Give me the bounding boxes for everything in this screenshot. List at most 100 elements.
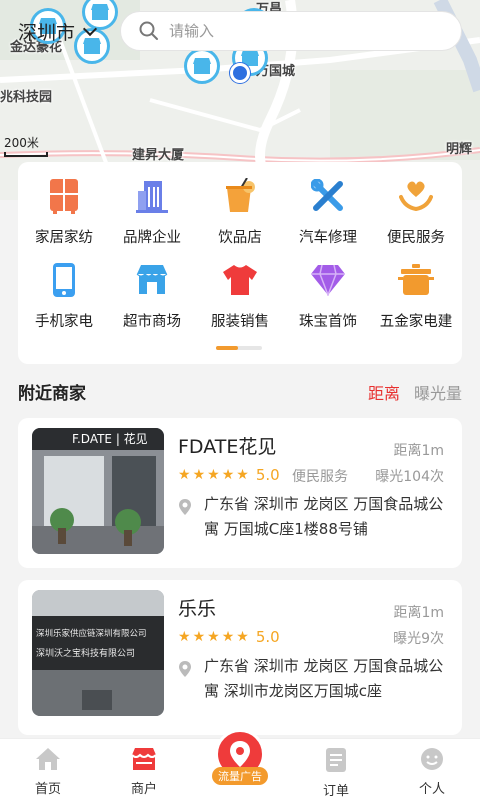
building-icon [132, 176, 172, 216]
diamond-icon [308, 260, 348, 300]
tab-profile[interactable]: 个人 [397, 747, 467, 797]
category-label: 珠宝首饰 [299, 314, 357, 330]
category-jewelry[interactable]: 珠宝首饰 [284, 260, 372, 344]
category-label: 超市商场 [123, 314, 181, 330]
sort-options: 距离 曝光量 [368, 380, 462, 404]
chevron-down-icon [82, 21, 98, 36]
star-icon: ★ [207, 467, 220, 483]
star-icon: ★ [192, 467, 206, 483]
category-grid: 家居家纺 品牌企业 饮品店 汽车修理 便民服务 手机家电 超市商场 服装销售 珠… [18, 162, 462, 344]
category-drinks[interactable]: 饮品店 [196, 176, 284, 260]
tab-label: 订单 [322, 784, 349, 799]
wardrobe-icon [44, 176, 84, 216]
tab-orders[interactable]: 订单 [301, 747, 371, 799]
category-label: 饮品店 [218, 230, 262, 246]
map-scale-label: 200米 [4, 136, 39, 150]
sign-line-1: 深圳乐家供应链深圳有限公司 [36, 628, 147, 639]
merchant-card[interactable]: 深圳乐家供应链深圳有限公司 深圳沃之宝科技有限公司 乐乐 距离1m ★ ★ ★ … [18, 580, 462, 735]
category-car-repair[interactable]: 汽车修理 [284, 176, 372, 260]
category-label: 手机家电 [35, 314, 93, 330]
shop-marker[interactable] [184, 48, 220, 84]
nearby-title: 附近商家 [18, 384, 86, 404]
category-home-textile[interactable]: 家居家纺 [20, 176, 108, 260]
merchant-score: 5.0 [255, 628, 280, 646]
search-input[interactable] [169, 22, 429, 40]
store-icon [132, 260, 172, 300]
phone-icon [44, 260, 84, 300]
star-icon: ★ [178, 467, 191, 483]
ads-label: 流量广告 [212, 767, 268, 785]
star-icon: ★ [221, 629, 235, 645]
sign-line-2: 深圳沃之宝科技有限公司 [36, 647, 135, 659]
category-label: 便民服务 [387, 230, 445, 246]
merchant-name: FDATE花见 [178, 436, 277, 458]
merchant-card[interactable]: F.DATE | 花见 FDATE花见 距离1m ★ ★ ★ ★ ★ 5.0 便… [18, 418, 462, 568]
location-marker-icon [230, 741, 250, 767]
tab-label: 商户 [130, 782, 157, 797]
search-bar[interactable] [120, 11, 462, 51]
city-selector[interactable]: 深圳市 [18, 18, 98, 45]
merchant-photo: 深圳乐家供应链深圳有限公司 深圳沃之宝科技有限公司 [32, 590, 164, 716]
search-icon [139, 21, 158, 40]
category-page-indicator [216, 346, 262, 350]
map-label-minghui: 明辉 [446, 142, 473, 157]
category-label: 家居家纺 [35, 230, 93, 246]
merchant-exposure: 曝光9次 [393, 631, 444, 647]
merchant-category: 便民服务 [292, 469, 348, 485]
map-scale: 200米 [4, 134, 48, 157]
pot-icon [396, 260, 436, 300]
star-icon: ★ [207, 629, 220, 645]
star-icon: ★ [192, 629, 206, 645]
category-hardware[interactable]: 五金家电建 [372, 260, 460, 344]
category-supermarket[interactable]: 超市商场 [108, 260, 196, 344]
tab-label: 个人 [418, 782, 445, 797]
merchant-name: 乐乐 [178, 598, 217, 620]
merchant-rating: ★ ★ ★ ★ ★ 5.0 [178, 628, 280, 646]
wrench-icon [308, 176, 348, 216]
merchant-distance: 距离1m [393, 443, 444, 459]
tab-home[interactable]: 首页 [13, 747, 83, 797]
sort-exposure-tab[interactable]: 曝光量 [414, 380, 462, 404]
orders-icon [326, 748, 346, 772]
map-label-jiansheng: 建昇大厦 [132, 148, 185, 163]
current-location-dot [230, 63, 250, 83]
merchant-address: 广东省 深圳市 龙岗区 万国食品城公寓 万国城C座1楼88号铺 [204, 495, 444, 538]
merchant-rating: ★ ★ ★ ★ ★ 5.0 [178, 466, 280, 484]
category-label: 品牌企业 [123, 230, 181, 246]
star-icon: ★ [236, 467, 249, 483]
map-label-tech: 兆科技园 [0, 90, 53, 105]
city-label: 深圳市 [18, 22, 76, 44]
tab-traffic-ads[interactable]: 流量广告 [209, 729, 271, 785]
category-phone-appliance[interactable]: 手机家电 [20, 260, 108, 344]
star-icon: ★ [221, 467, 235, 483]
category-label: 汽车修理 [299, 230, 357, 246]
location-pin-icon [178, 660, 192, 682]
star-icon: ★ [178, 629, 191, 645]
home-icon [36, 748, 60, 770]
merchant-address: 广东省 深圳市 龙岗区 万国食品城公寓 深圳市龙岗区万国城c座 [204, 657, 444, 700]
drink-icon [220, 176, 260, 216]
heart-hand-icon [396, 176, 436, 216]
profile-icon [421, 748, 443, 770]
store-sign-text: F.DATE | 花见 [72, 431, 148, 446]
merchant-store-icon [131, 748, 157, 770]
map-scale-bar [4, 152, 48, 157]
category-brand-enterprise[interactable]: 品牌企业 [108, 176, 196, 260]
merchant-exposure: 曝光104次 [375, 469, 444, 485]
merchant-score: 5.0 [255, 466, 280, 484]
store-icon [193, 58, 211, 74]
category-clothing[interactable]: 服装销售 [196, 260, 284, 344]
sort-distance-tab[interactable]: 距离 [368, 380, 400, 404]
tab-label: 首页 [34, 782, 61, 797]
category-label: 服装销售 [211, 314, 269, 330]
category-label: 五金家电建 [379, 314, 453, 330]
merchant-distance: 距离1m [393, 605, 444, 621]
category-convenience[interactable]: 便民服务 [372, 176, 460, 260]
shirt-icon [220, 260, 260, 300]
tab-merchant[interactable]: 商户 [109, 747, 179, 797]
star-icon: ★ [236, 629, 249, 645]
page-indicator-fill [216, 346, 238, 350]
location-pin-icon [178, 498, 192, 520]
bottom-tab-bar: 首页 商户 流量广告 订单 个人 [0, 729, 480, 800]
merchant-photo: F.DATE | 花见 [32, 428, 164, 554]
